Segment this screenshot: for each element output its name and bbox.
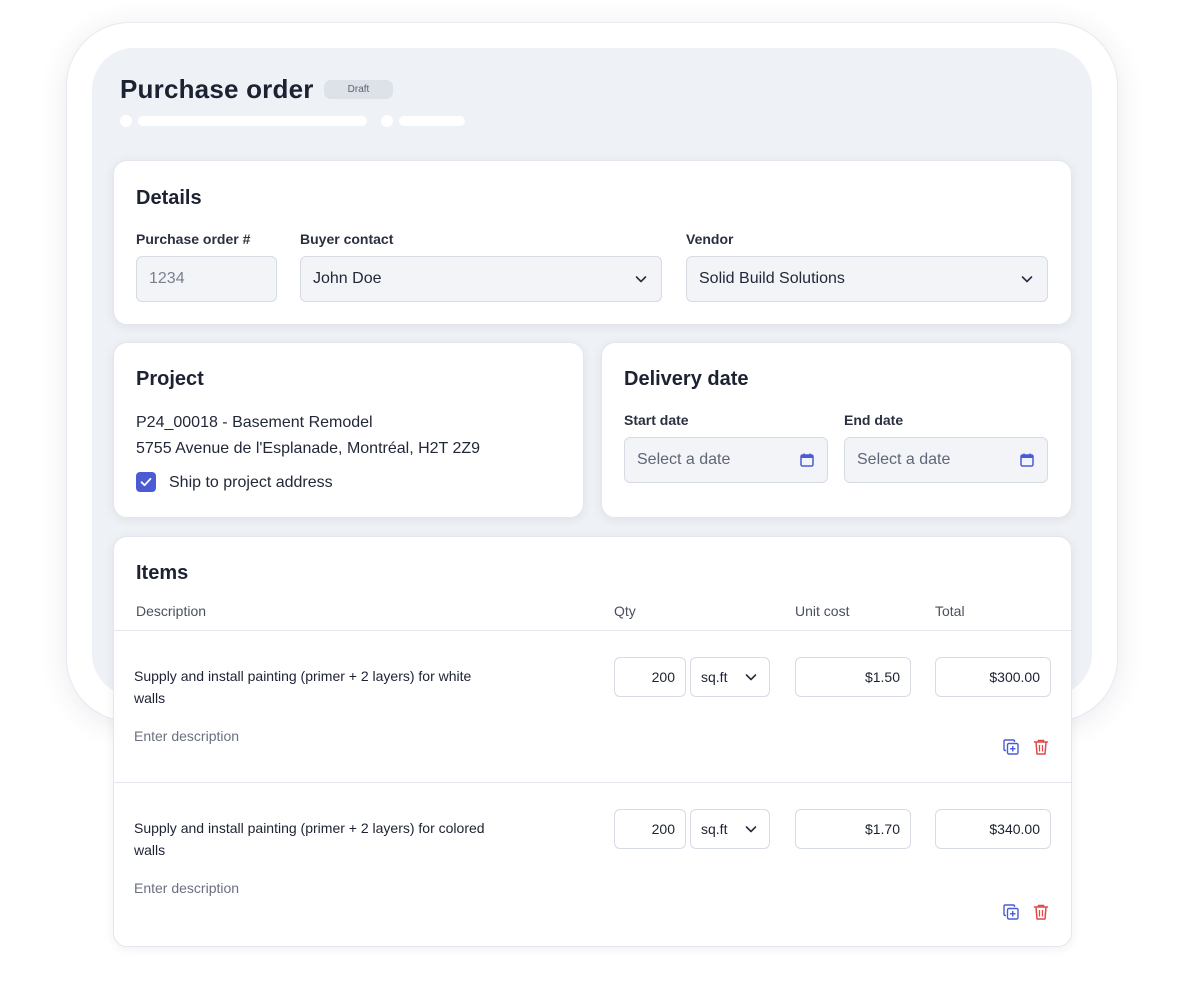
ship-to-project-checkbox[interactable] — [136, 472, 156, 492]
unit-cost-value: $1.50 — [864, 669, 900, 685]
breadcrumb-placeholder-dot — [120, 115, 132, 127]
po-number-label: Purchase order # — [136, 231, 251, 247]
unit-value: sq.ft — [701, 821, 728, 837]
chevron-down-icon — [745, 826, 757, 833]
column-header-qty: Qty — [614, 603, 636, 619]
buyer-contact-select[interactable]: John Doe — [300, 256, 662, 302]
item-description[interactable]: Supply and install painting (primer + 2 … — [134, 665, 494, 709]
unit-cost-value: $1.70 — [864, 821, 900, 837]
qty-value: 200 — [651, 669, 675, 685]
chevron-down-icon — [745, 674, 757, 681]
project-name: P24_00018 - Basement Remodel — [136, 414, 373, 431]
table-row-divider — [114, 782, 1071, 783]
check-icon — [140, 477, 152, 487]
trash-icon[interactable] — [1032, 903, 1050, 921]
qty-input[interactable]: 200 — [614, 657, 686, 697]
start-date-placeholder: Select a date — [637, 451, 731, 468]
calendar-icon — [800, 453, 814, 467]
chevron-down-icon — [1021, 276, 1033, 283]
table-divider — [114, 630, 1071, 631]
breadcrumb-placeholder — [399, 116, 465, 126]
trash-icon[interactable] — [1032, 738, 1050, 756]
page-title: Purchase order — [120, 74, 314, 104]
qty-value: 200 — [651, 821, 675, 837]
vendor-select[interactable]: Solid Build Solutions — [686, 256, 1048, 302]
breadcrumb-placeholder — [138, 116, 367, 126]
start-date-label: Start date — [624, 412, 689, 428]
po-number-field[interactable]: 1234 — [136, 256, 277, 302]
unit-cost-input[interactable]: $1.50 — [795, 657, 911, 697]
end-date-input[interactable]: Select a date — [844, 437, 1048, 483]
ship-to-project-label[interactable]: Ship to project address — [169, 474, 333, 492]
end-date-label: End date — [844, 412, 904, 428]
end-date-placeholder: Select a date — [857, 451, 951, 468]
items-title: Items — [136, 562, 189, 584]
vendor-value: Solid Build Solutions — [699, 270, 845, 287]
total-value: $300.00 — [989, 669, 1040, 685]
status-badge: Draft — [324, 80, 393, 99]
delivery-date-title: Delivery date — [624, 368, 749, 390]
items-card — [113, 536, 1072, 947]
chevron-down-icon — [635, 276, 647, 283]
duplicate-icon[interactable] — [1002, 903, 1020, 921]
unit-cost-input[interactable]: $1.70 — [795, 809, 911, 849]
total-field: $340.00 — [935, 809, 1051, 849]
details-title: Details — [136, 187, 202, 209]
buyer-contact-value: John Doe — [313, 270, 382, 287]
column-header-description: Description — [136, 603, 207, 619]
item-description[interactable]: Supply and install painting (primer + 2 … — [134, 817, 494, 861]
total-field: $300.00 — [935, 657, 1051, 697]
breadcrumb-placeholder-dot — [381, 115, 393, 127]
start-date-input[interactable]: Select a date — [624, 437, 828, 483]
unit-select[interactable]: sq.ft — [690, 809, 770, 849]
unit-value: sq.ft — [701, 669, 728, 685]
column-header-total: Total — [935, 603, 965, 619]
item-note-input[interactable]: Enter description — [134, 728, 239, 744]
unit-select[interactable]: sq.ft — [690, 657, 770, 697]
item-note-input[interactable]: Enter description — [134, 880, 239, 896]
vendor-label: Vendor — [686, 231, 734, 247]
calendar-icon — [1020, 453, 1034, 467]
buyer-contact-label: Buyer contact — [300, 231, 394, 247]
duplicate-icon[interactable] — [1002, 738, 1020, 756]
project-address: 5755 Avenue de l'Esplanade, Montréal, H2… — [136, 440, 481, 457]
column-header-unit-cost: Unit cost — [795, 603, 850, 619]
qty-input[interactable]: 200 — [614, 809, 686, 849]
project-title: Project — [136, 368, 204, 390]
po-number-value: 1234 — [149, 270, 185, 287]
total-value: $340.00 — [989, 821, 1040, 837]
